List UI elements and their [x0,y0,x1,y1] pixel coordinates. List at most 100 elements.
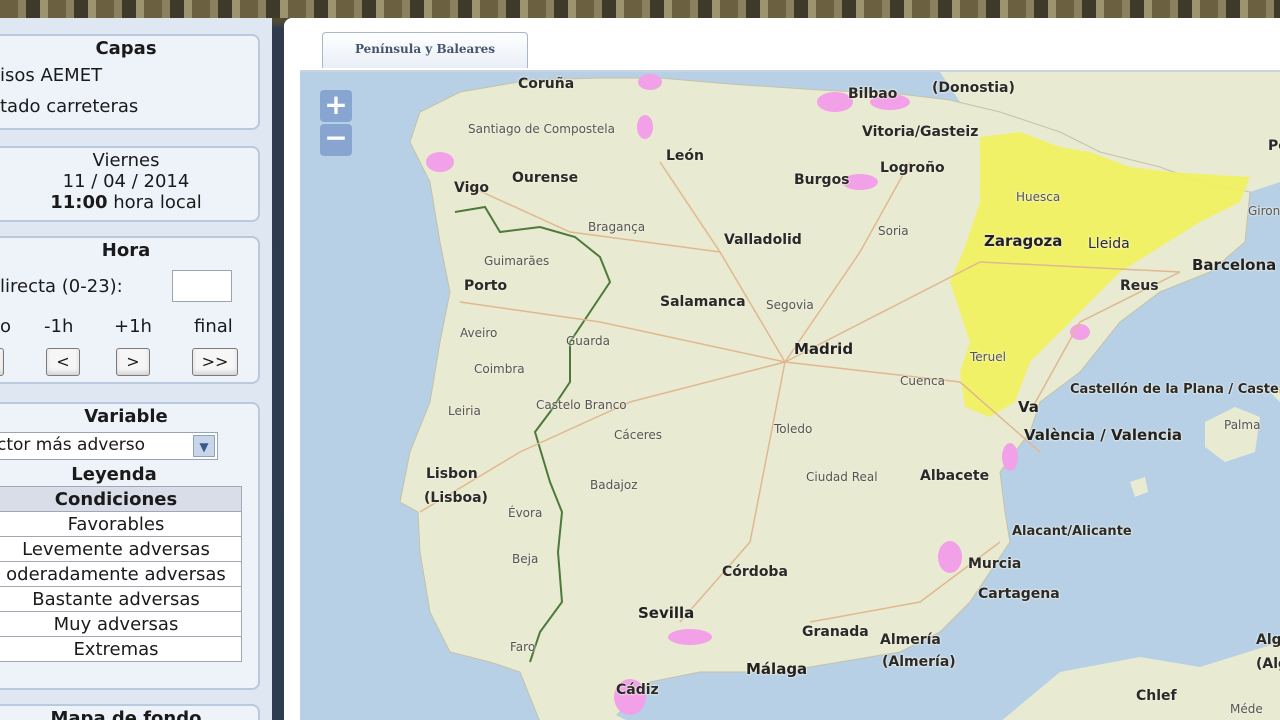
layers-title: Capas [95,38,157,59]
city-label: Zaragoza [984,232,1063,250]
date-value: 11 / 04 / 2014 [62,171,190,192]
warning-spot [638,74,662,90]
chevron-down-icon[interactable]: ▼ [193,435,215,457]
city-label: Málaga [746,660,808,678]
legend-title: Leyenda [71,464,157,485]
legend-item: Extremas [0,636,242,662]
city-label: Cartagena [978,586,1060,602]
tab-peninsula-baleares[interactable]: Península y Baleares [322,32,528,68]
hour-label-final: final [194,316,233,337]
city-label: Beja [512,552,539,566]
city-label: Reus [1120,278,1159,294]
city-label: Albacete [920,468,990,484]
legend-item: Favorables [0,511,242,537]
city-label: Castellón de la Plana / Castellón [1070,382,1280,397]
legend-item: Bastante adversas [0,586,242,612]
zoom-in-button[interactable]: + [320,90,352,122]
city-label: León [666,148,705,164]
city-label: Madrid [794,340,854,358]
city-label: Huesca [1016,190,1061,204]
next-hour-button[interactable]: > [116,348,150,376]
city-label: Leiria [448,404,481,418]
city-label: Vigo [454,180,490,196]
city-label: Teruel [970,350,1006,364]
hour-label-start: o [0,316,12,337]
city-label: Cuenca [900,374,945,388]
city-label: Coimbra [474,362,525,376]
city-label: (Almería) [882,654,956,670]
legend-header: Condiciones [0,486,242,512]
hour-label-plus: +1h [114,316,152,337]
city-label: Coruña [518,76,575,92]
legend-item: Muy adversas [0,611,242,637]
warning-spot [426,152,454,172]
layer-item-avisos[interactable]: isos AEMET [0,65,258,86]
variable-title: Variable [84,406,168,427]
city-label: Alacant/Alicante [1012,524,1132,539]
city-label: Guimarães [484,254,550,268]
city-label: Va [1018,398,1039,416]
hour-title: Hora [101,240,151,261]
city-label: Cádiz [616,682,659,698]
hour-box: Hora lirecta (0-23): o -1h +1h final < >… [0,236,260,384]
ibiza [1130,477,1148,497]
city-label: Ciudad Real [806,470,878,484]
city-label: Segovia [766,298,814,312]
city-label: Sevilla [638,604,695,622]
city-label: Logroño [880,160,945,176]
warning-spot [938,541,962,573]
hour-direct-input[interactable] [172,270,232,302]
base-map-title: Mapa de fondo [50,708,202,720]
city-label: Ourense [512,170,579,186]
previous-hour-button[interactable]: < [46,348,80,376]
city-label: Faro [510,640,536,654]
city-label: Guarda [566,334,610,348]
variable-select[interactable]: ctor más adverso ▼ [0,432,218,460]
time-row: 11:00 hora local [0,192,258,213]
sidebar: Capas isos AEMET tado carreteras Viernes… [0,18,272,720]
city-label: Soria [878,224,909,238]
weekday: Viernes [92,150,160,171]
top-photo-strip [0,0,1280,18]
last-hour-button[interactable]: >> [192,348,238,376]
city-label: Lisbon [426,466,478,482]
city-label: Castelo Branco [536,398,627,412]
legend-table: Condiciones Favorables Levemente adversa… [0,486,242,662]
layer-item-carreteras[interactable]: tado carreteras [0,96,258,117]
first-hour-button[interactable] [0,348,4,376]
hour-direct-label: lirecta (0-23): [0,276,123,297]
city-label: (Alg [1256,656,1280,672]
map-view[interactable]: Coruña Bilbao (Donostia) Santiago de Com… [300,70,1280,720]
base-map-box: Mapa de fondo [0,704,260,720]
layers-box: Capas isos AEMET tado carreteras [0,34,260,130]
warning-spot [1070,324,1090,340]
city-label: Santiago de Compostela [468,122,615,136]
city-label: València / Valencia [1024,426,1183,444]
warning-spot [1002,443,1018,471]
city-label: Valladolid [724,232,802,248]
city-label: (Lisboa) [424,490,488,506]
city-label: Vitoria/Gasteiz [862,124,979,140]
warning-spot [668,629,712,645]
city-label: Bilbao [848,86,898,102]
city-label: Bragança [588,220,646,234]
city-label: Murcia [968,556,1022,572]
zoom-out-button[interactable]: − [320,124,352,156]
city-label: Chlef [1136,688,1177,704]
date-box: Viernes 11 / 04 / 2014 11:00 hora local [0,146,260,222]
city-label: Porto [464,278,508,294]
city-label: Almería [880,632,941,648]
city-label: Salamanca [660,294,746,310]
city-label: Burgos [794,172,850,188]
time-value: 11:00 [50,192,108,213]
hour-label-minus: -1h [44,316,74,337]
city-label: (Donostia) [932,80,1015,96]
city-label: Cáceres [614,428,663,442]
legend-item: oderadamente adversas [0,561,242,587]
city-label: Évora [508,506,543,520]
warning-spot [637,115,653,139]
city-label: Perpi [1268,138,1280,154]
time-suffix: hora local [113,192,202,213]
city-label: Córdoba [722,564,788,580]
city-label: Palma [1224,418,1261,432]
